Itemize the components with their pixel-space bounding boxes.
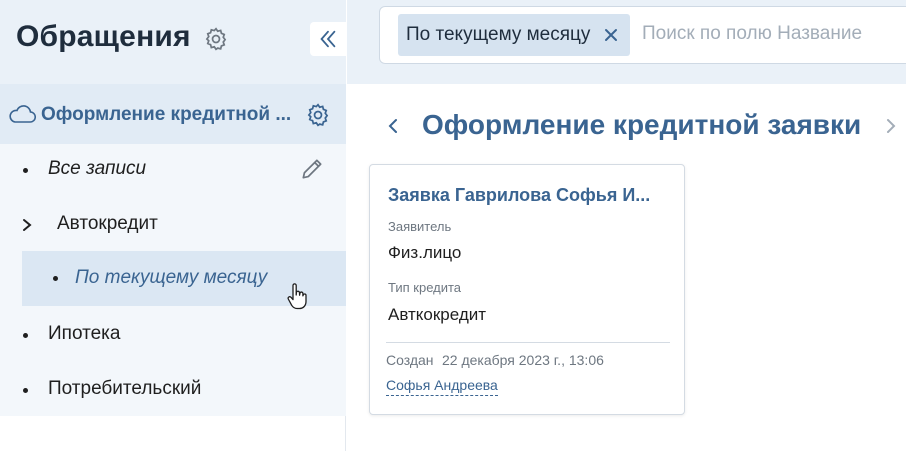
credit-type-label: Тип кредита (388, 280, 462, 295)
sidebar-item-autocredit[interactable]: Автокредит (0, 197, 346, 252)
record-card[interactable]: Заявка Гаврилова Софья И... Заявитель Фи… (369, 164, 685, 415)
search-box[interactable]: По текущему месяцу (379, 6, 906, 64)
sidebar-item-label: Ипотека (48, 323, 121, 344)
cloud-icon (9, 105, 36, 123)
gear-icon[interactable] (203, 26, 229, 52)
sidebar-header: Обращения (0, 0, 346, 84)
sidebar-item-consumer[interactable]: Потребительский (0, 362, 346, 417)
search-input[interactable] (642, 23, 906, 45)
applicant-value: Физ.лицо (388, 243, 462, 262)
author-link[interactable]: Софья Андреева (386, 377, 498, 396)
bullet (23, 388, 28, 393)
sidebar-item-all-records[interactable]: Все записи (0, 142, 346, 197)
sidebar-item-label: По текущему месяцу (75, 267, 268, 288)
bullet (23, 333, 28, 338)
sidebar-title: Обращения (16, 20, 191, 53)
created-value: 22 декабря 2023 г., 13:06 (442, 352, 604, 368)
sidebar-item-mortgage[interactable]: Ипотека (0, 307, 346, 362)
app-name: Оформление кредитной ... (41, 104, 292, 125)
page-title-row: Оформление кредитной заявки (347, 96, 906, 156)
created-label: Создан (386, 352, 434, 368)
sidebar: Обращения Оформление кредитной ... Все з… (0, 0, 346, 451)
chevron-right-icon[interactable] (20, 218, 34, 232)
filter-chip-label: По текущему месяцу (406, 24, 591, 45)
bullet (53, 276, 58, 281)
card-title[interactable]: Заявка Гаврилова Софья И... (388, 185, 650, 206)
chevron-left-icon[interactable] (387, 118, 399, 134)
collapse-sidebar-button[interactable] (310, 22, 346, 56)
topbar: По текущему месяцу (347, 0, 906, 84)
gear-icon[interactable] (305, 102, 331, 128)
pencil-icon[interactable] (299, 156, 325, 182)
sidebar-nav: Оформление кредитной ... Все записи Авто… (0, 84, 346, 416)
bullet (23, 168, 28, 173)
sidebar-item-label: Все записи (48, 158, 147, 179)
double-chevron-left-icon (320, 30, 336, 48)
hand-cursor-icon (287, 283, 307, 310)
chevron-right-icon[interactable] (885, 118, 897, 134)
credit-type-value: Авткокредит (388, 305, 487, 324)
page-title: Оформление кредитной заявки (422, 109, 862, 140)
filter-chip[interactable]: По текущему месяцу (398, 14, 631, 56)
sidebar-item-label: Потребительский (48, 378, 202, 399)
divider (386, 342, 670, 343)
sidebar-item-label: Автокредит (57, 213, 158, 234)
applicant-label: Заявитель (388, 219, 452, 234)
app-row[interactable]: Оформление кредитной ... (0, 84, 346, 144)
close-icon[interactable] (604, 28, 618, 42)
